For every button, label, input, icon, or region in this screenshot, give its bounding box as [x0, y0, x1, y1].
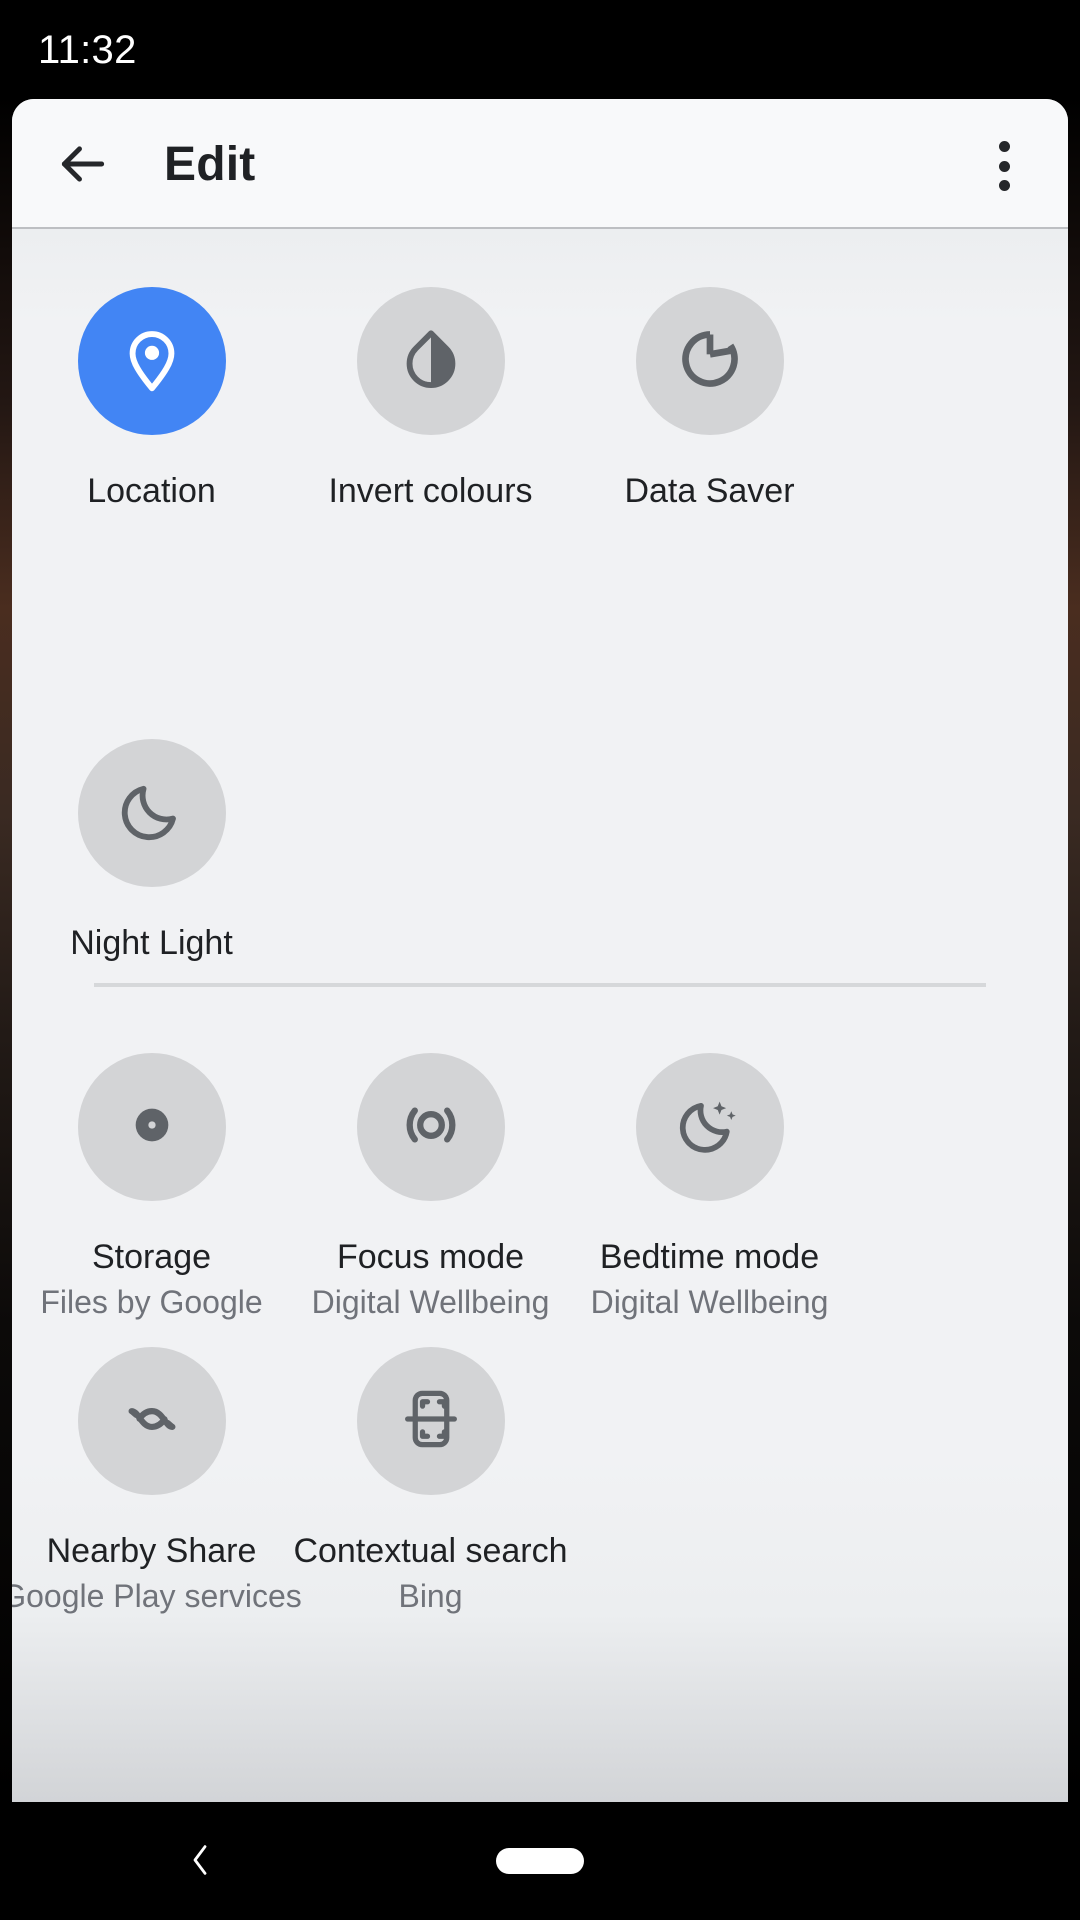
night-light-moon-icon [117, 776, 187, 851]
tile-icon-container [356, 287, 505, 435]
storage-disc-icon [117, 1090, 187, 1165]
tile-nearby-share[interactable]: Nearby Share Google Play services [12, 1325, 302, 1617]
status-bar-clock: 11:32 [38, 28, 137, 72]
tile-storage[interactable]: Storage Files by Google [12, 1031, 291, 1323]
tile-icon-container [77, 1347, 226, 1495]
tile-subtitle: Digital Wellbeing [590, 1284, 829, 1320]
bedtime-moon-sparkle-icon [674, 1089, 746, 1166]
nav-back-button[interactable] [176, 1836, 224, 1888]
location-pin-icon [115, 322, 189, 401]
tile-label: Bedtime mode [599, 1238, 820, 1276]
tile-subtitle: Digital Wellbeing [311, 1284, 550, 1320]
tile-subtitle: Bing [398, 1578, 463, 1614]
phone-screen: 11:32 Edit Location Invert colours Data … [0, 0, 1080, 1920]
tile-icon-container [356, 1347, 505, 1495]
tile-icon-container [77, 739, 226, 887]
more-vert-icon-dot-2 [998, 160, 1010, 172]
tile-data-saver[interactable]: Data Saver [570, 265, 849, 531]
section-app-tiles: Storage Files by Google Focus mode Digit… [12, 987, 1068, 1617]
back-button[interactable] [48, 133, 118, 199]
tile-label: Location [87, 472, 216, 510]
tile-location[interactable]: Location [12, 265, 291, 531]
tile-bedtime-mode[interactable]: Bedtime mode Digital Wellbeing [570, 1031, 849, 1323]
tile-label: Contextual search [293, 1532, 568, 1570]
tile-label: Storage [91, 1238, 212, 1276]
row-spacer [12, 531, 1068, 717]
tiles-scroll-area[interactable]: Location Invert colours Data Saver Night… [12, 229, 1068, 1802]
tile-label: Nearby Share [46, 1532, 257, 1570]
tile-focus-mode[interactable]: Focus mode Digital Wellbeing [291, 1031, 570, 1323]
system-navigation-bar [0, 1802, 1080, 1920]
tile-icon-container [635, 1053, 784, 1201]
tile-label: Focus mode [336, 1238, 525, 1276]
tile-label: Invert colours [328, 472, 533, 510]
data-saver-ring-icon [675, 324, 745, 399]
tile-label: Data Saver [624, 472, 795, 510]
nearby-share-icon [117, 1384, 187, 1459]
page-title: Edit [164, 138, 256, 191]
contextual-search-scan-icon [396, 1384, 466, 1459]
tile-icon-container [356, 1053, 505, 1201]
status-bar: 11:32 [0, 0, 1080, 96]
arrow-back-icon [55, 136, 111, 197]
tile-contextual-search[interactable]: Contextual search Bing [291, 1325, 570, 1617]
more-vert-icon-dot-1 [998, 141, 1010, 152]
tile-subtitle: Files by Google [40, 1284, 263, 1320]
nav-back-chevron-icon [180, 1836, 220, 1889]
tile-icon-container [77, 1053, 226, 1201]
more-vert-icon-dot-3 [998, 180, 1010, 191]
nav-home-pill-icon[interactable] [496, 1848, 584, 1874]
tile-label: Night Light [70, 924, 233, 962]
app-bar: Edit [12, 99, 1068, 229]
tile-subtitle: Google Play services [12, 1578, 302, 1614]
invert-colours-drop-icon [396, 324, 466, 399]
section-quick-settings: Location Invert colours Data Saver Night… [12, 229, 1068, 983]
overflow-menu-button[interactable] [974, 135, 1034, 197]
tile-icon-container [635, 287, 784, 435]
tile-icon-container [77, 287, 226, 435]
tile-night-light[interactable]: Night Light [12, 717, 291, 983]
edit-tiles-dialog: Edit Location Invert colours Data Saver … [12, 99, 1068, 1802]
focus-mode-icon [395, 1089, 467, 1166]
tile-invert-colours[interactable]: Invert colours [291, 265, 570, 531]
